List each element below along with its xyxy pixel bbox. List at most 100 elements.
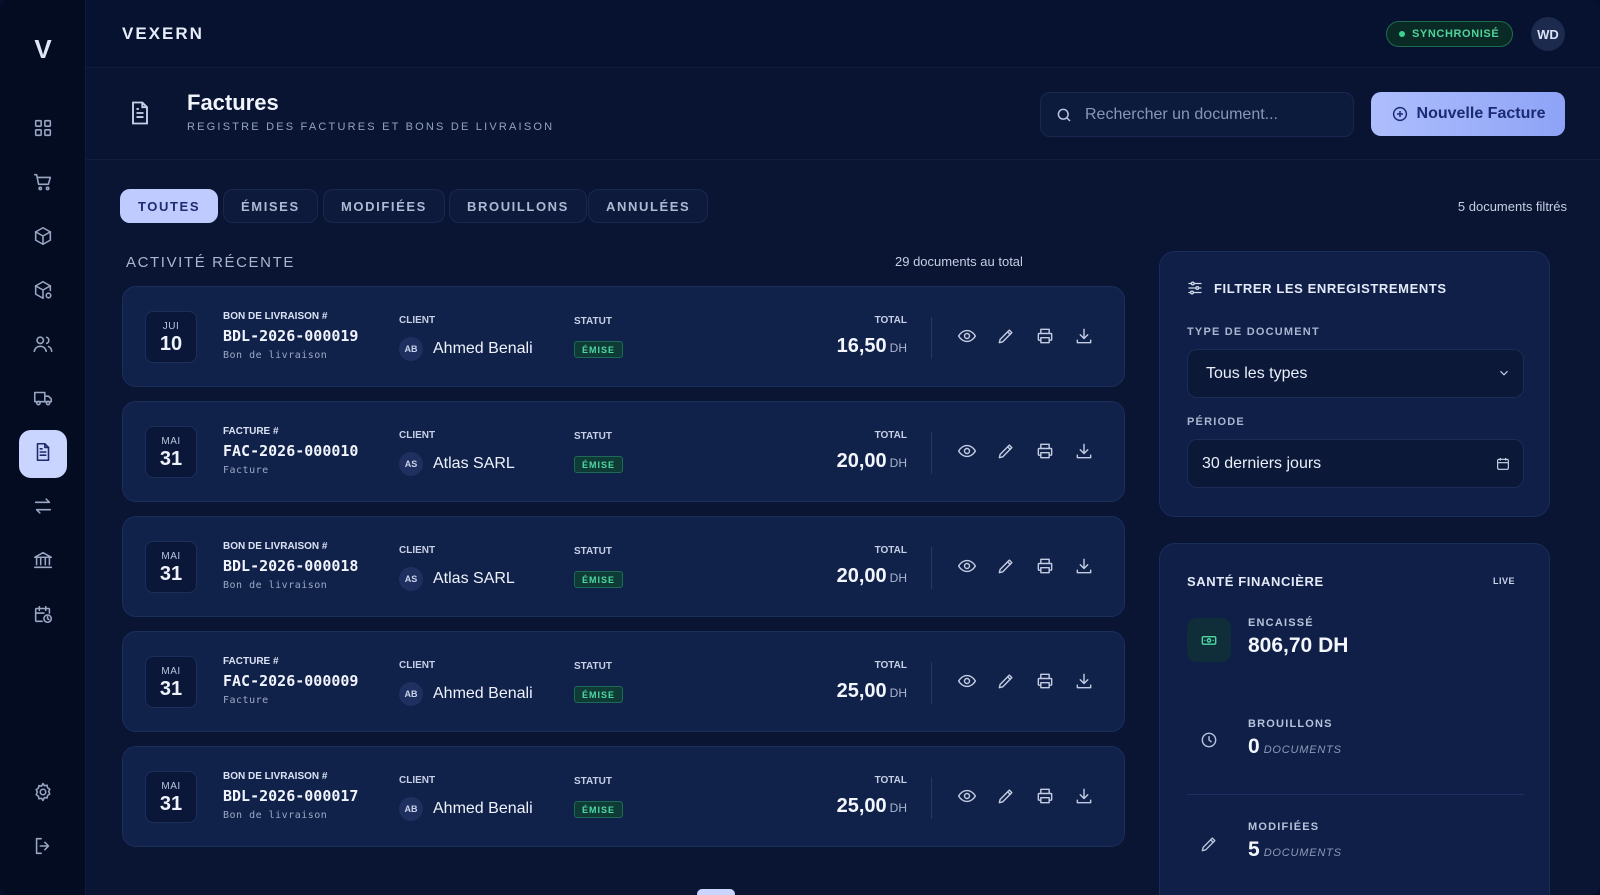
date-month: MAI (161, 436, 181, 447)
download-icon (1076, 443, 1092, 459)
date-day: 31 (159, 678, 183, 700)
doc-number[interactable]: BDL-2026-000017 (223, 787, 358, 805)
doc-type-label: BON DE LIVRAISON # (223, 771, 328, 782)
view-button[interactable] (957, 556, 979, 578)
doc-number[interactable]: FAC-2026-000010 (223, 442, 358, 460)
filter-title: FILTRER LES ENREGISTREMENTS (1214, 281, 1447, 296)
new-invoice-button[interactable]: Nouvelle Facture (1371, 92, 1565, 136)
client-avatar: AS (399, 567, 423, 591)
sidebar-item-sales[interactable] (19, 160, 67, 208)
user-avatar[interactable]: WD (1531, 17, 1565, 51)
date-box: JUI 10 (145, 311, 197, 363)
sidebar-item-transfers[interactable] (19, 484, 67, 532)
table-row[interactable]: MAI 31 BON DE LIVRAISON # BDL-2026-00001… (122, 516, 1125, 617)
sidebar-item-logout[interactable] (19, 824, 67, 872)
modified-unit: DOCUMENTS (1263, 847, 1342, 859)
edit-button[interactable] (996, 441, 1018, 463)
doc-number[interactable]: BDL-2026-000018 (223, 557, 358, 575)
table-row[interactable]: MAI 31 FACTURE # FAC-2026-000009 Facture… (122, 631, 1125, 732)
total-documents: 29 documents au total (895, 254, 1023, 269)
download-button[interactable] (1074, 786, 1096, 808)
currency: DH (889, 456, 907, 470)
client-label: CLIENT (399, 660, 436, 671)
pagination-indicator[interactable] (697, 889, 735, 895)
doc-kind: Bon de livraison (223, 810, 328, 821)
table-row[interactable]: MAI 31 BON DE LIVRAISON # BDL-2026-00001… (122, 746, 1125, 847)
sidebar-item-bank[interactable] (19, 538, 67, 586)
tab-drafts[interactable]: BROUILLONS (449, 189, 587, 223)
cash-stat-icon (1187, 618, 1231, 662)
date-box: MAI 31 (145, 771, 197, 823)
client-avatar: AB (399, 337, 423, 361)
download-button[interactable] (1074, 326, 1096, 348)
brand-name: VEXERN (122, 24, 204, 43)
doc-type-label: BON DE LIVRAISON # (223, 311, 328, 322)
view-button[interactable] (957, 671, 979, 693)
download-button[interactable] (1074, 671, 1096, 693)
live-badge: LIVE (1492, 576, 1515, 586)
sidebar-item-invoices[interactable] (19, 430, 67, 478)
date-month: MAI (161, 781, 181, 792)
total-label: TOTAL (874, 545, 907, 556)
table-row[interactable]: MAI 31 FACTURE # FAC-2026-000010 Facture… (122, 401, 1125, 502)
sidebar-item-deliveries[interactable] (19, 376, 67, 424)
users-icon (32, 333, 54, 360)
edit-button[interactable] (996, 786, 1018, 808)
view-button[interactable] (957, 326, 979, 348)
tab-cancelled[interactable]: ANNULÉES (588, 189, 709, 223)
amount-value: 16,50 (836, 335, 887, 357)
app-logo[interactable]: V (0, 34, 86, 65)
pencil-icon (998, 789, 1013, 804)
search-input[interactable] (1085, 105, 1335, 124)
print-button[interactable] (1035, 786, 1057, 808)
currency: DH (889, 686, 907, 700)
sidebar-item-products[interactable] (19, 214, 67, 262)
print-button[interactable] (1035, 326, 1057, 348)
document-icon (32, 441, 54, 468)
print-button[interactable] (1035, 556, 1057, 578)
tab-all[interactable]: TOUTES (120, 189, 219, 223)
truck-icon (32, 387, 54, 414)
edit-button[interactable] (996, 556, 1018, 578)
sidebar-item-clients[interactable] (19, 322, 67, 370)
status-label: STATUT (574, 661, 612, 672)
client-label: CLIENT (399, 545, 436, 556)
client-label: CLIENT (399, 430, 436, 441)
edit-button[interactable] (996, 326, 1018, 348)
doc-type-select[interactable]: Tous les types (1187, 349, 1524, 398)
pencil-icon (998, 329, 1013, 344)
period-picker[interactable]: 30 derniers jours (1187, 439, 1524, 488)
print-button[interactable] (1035, 441, 1057, 463)
printer-icon (1037, 558, 1053, 574)
doc-kind: Facture (223, 465, 269, 476)
print-button[interactable] (1035, 671, 1057, 693)
eye-icon (957, 329, 977, 343)
drafts-value: 0 DOCUMENTS (1248, 735, 1342, 759)
tab-modified[interactable]: MODIFIÉES (323, 189, 445, 223)
doc-number[interactable]: FAC-2026-000009 (223, 672, 358, 690)
download-button[interactable] (1074, 441, 1096, 463)
page-subtitle: REGISTRE DES FACTURES ET BONS DE LIVRAIS… (187, 121, 555, 133)
sidebar-item-stock[interactable] (19, 268, 67, 316)
search-box[interactable] (1040, 92, 1354, 137)
drafts-label: BROUILLONS (1248, 718, 1333, 730)
view-button[interactable] (957, 441, 979, 463)
divider (931, 662, 932, 704)
sidebar-item-schedule[interactable] (19, 592, 67, 640)
search-icon (1057, 108, 1071, 122)
chevron-down-icon (1497, 366, 1511, 380)
view-button[interactable] (957, 786, 979, 808)
edit-button[interactable] (996, 671, 1018, 693)
download-button[interactable] (1074, 556, 1096, 578)
table-row[interactable]: JUI 10 BON DE LIVRAISON # BDL-2026-00001… (122, 286, 1125, 387)
doc-number[interactable]: BDL-2026-000019 (223, 327, 358, 345)
total-amount: 25,00 DH (837, 795, 907, 818)
eye-icon (957, 444, 977, 458)
tab-issued[interactable]: ÉMISES (223, 189, 318, 223)
currency: DH (889, 571, 907, 585)
sidebar-item-settings[interactable] (19, 770, 67, 818)
new-invoice-label: Nouvelle Facture (1416, 105, 1546, 122)
printer-icon (1037, 443, 1053, 459)
sidebar-item-dashboard[interactable] (19, 106, 67, 154)
printer-icon (1037, 328, 1053, 344)
